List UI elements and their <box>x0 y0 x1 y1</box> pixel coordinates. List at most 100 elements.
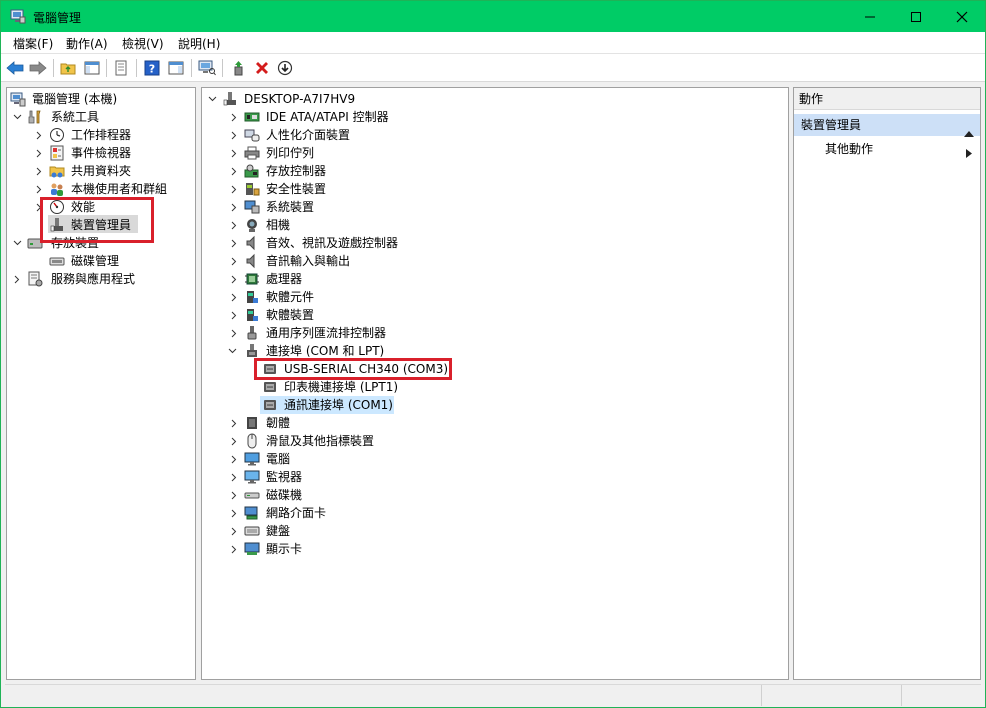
chevron-right-icon[interactable] <box>228 432 240 450</box>
tree-item-shared-folders[interactable]: 共用資料夾 <box>7 162 195 180</box>
tree-node-cameras[interactable]: 相機 <box>202 216 788 234</box>
chevron-right-icon[interactable] <box>33 126 45 144</box>
tree-node-computer[interactable]: 電腦 <box>202 450 788 468</box>
chevron-right-icon[interactable] <box>228 306 240 324</box>
chevron-right-icon[interactable] <box>228 180 240 198</box>
menu-view[interactable]: 檢視(V) <box>122 35 164 52</box>
download-icon[interactable] <box>275 58 295 78</box>
chevron-right-icon[interactable] <box>228 324 240 342</box>
tree-node-security-devices[interactable]: 安全性裝置 <box>202 180 788 198</box>
tree-node-software-components[interactable]: 軟體元件 <box>202 288 788 306</box>
tree-node-processors[interactable]: 處理器 <box>202 270 788 288</box>
scan-hardware-icon[interactable] <box>197 58 217 78</box>
chevron-right-icon[interactable] <box>228 414 240 432</box>
actions-section-device-manager[interactable]: 裝置管理員 <box>794 114 980 137</box>
chevron-right-icon[interactable] <box>228 234 240 252</box>
tree-item-services-applications[interactable]: 服務與應用程式 <box>7 270 195 288</box>
device-label: 軟體元件 <box>266 290 315 304</box>
tree-node-communications-port-com1[interactable]: 通訊連接埠 (COM1) <box>202 396 788 414</box>
back-arrow-icon[interactable] <box>5 58 25 78</box>
chevron-right-icon[interactable] <box>33 162 45 180</box>
device-label: 顯示卡 <box>266 542 303 556</box>
chevron-right-icon[interactable] <box>228 162 240 180</box>
software-icon <box>244 289 260 305</box>
tree-node-mice-pointing-devices[interactable]: 滑鼠及其他指標裝置 <box>202 432 788 450</box>
tree-node-ide-ata-atapi-controllers[interactable]: IDE ATA/ATAPI 控制器 <box>202 108 788 126</box>
up-folder-icon[interactable] <box>58 58 78 78</box>
chevron-right-icon[interactable] <box>228 198 240 216</box>
tree-node-print-queues[interactable]: 列印佇列 <box>202 144 788 162</box>
forward-arrow-icon[interactable] <box>28 58 48 78</box>
help-icon[interactable]: ? <box>142 58 162 78</box>
annotation-box-ch340 <box>254 358 452 380</box>
window-title: 電腦管理 <box>33 11 82 25</box>
tree-item-system-tools[interactable]: 系統工具 <box>7 108 195 126</box>
show-hide-tree-icon[interactable] <box>82 58 102 78</box>
actions-pane: 動作 裝置管理員 其他動作 <box>793 87 981 680</box>
menu-help[interactable]: 說明(H) <box>178 35 220 52</box>
tree-node-audio-inputs-outputs[interactable]: 音訊輸入與輸出 <box>202 252 788 270</box>
chevron-right-icon[interactable] <box>228 144 240 162</box>
chevron-right-icon[interactable] <box>228 270 240 288</box>
chevron-right-icon[interactable] <box>228 540 240 558</box>
tree-item-task-scheduler[interactable]: 工作排程器 <box>7 126 195 144</box>
action-pane-icon[interactable] <box>166 58 186 78</box>
update-driver-icon[interactable] <box>229 58 249 78</box>
device-label: 列印佇列 <box>266 146 315 160</box>
tree-node-human-interface-devices[interactable]: 人性化介面裝置 <box>202 126 788 144</box>
title-bar[interactable]: 電腦管理 <box>1 1 985 32</box>
chevron-right-icon[interactable] <box>228 468 240 486</box>
tree-node-system-devices[interactable]: 系統裝置 <box>202 198 788 216</box>
chevron-right-icon[interactable] <box>11 270 23 288</box>
chevron-right-icon[interactable] <box>228 522 240 540</box>
device-label: 軟體裝置 <box>266 308 315 322</box>
tree-node-network-adapters[interactable]: 網路介面卡 <box>202 504 788 522</box>
tree-item-local-users-groups[interactable]: 本機使用者和群組 <box>7 180 195 198</box>
tree-node-keyboards[interactable]: 鍵盤 <box>202 522 788 540</box>
chevron-down-icon[interactable] <box>11 234 23 252</box>
tree-node-monitors[interactable]: 監視器 <box>202 468 788 486</box>
tree-node-software-devices[interactable]: 軟體裝置 <box>202 306 788 324</box>
chevron-right-icon[interactable] <box>228 126 240 144</box>
chevron-right-icon[interactable] <box>33 144 45 162</box>
chevron-down-icon[interactable] <box>11 108 23 126</box>
device-label: 磁碟機 <box>266 488 303 502</box>
audio-icon <box>244 253 260 269</box>
chevron-right-icon[interactable] <box>33 180 45 198</box>
menu-file[interactable]: 檔案(F) <box>13 35 53 52</box>
device-label: 印表機連接埠 (LPT1) <box>284 380 399 394</box>
status-cell <box>901 685 981 706</box>
action-more-actions[interactable]: 其他動作 <box>825 140 975 158</box>
tree-node-sound-video-game-controllers[interactable]: 音效、視訊及遊戲控制器 <box>202 234 788 252</box>
tree-item-disk-management[interactable]: 磁碟管理 <box>7 252 195 270</box>
tree-item-event-viewer[interactable]: 事件檢視器 <box>7 144 195 162</box>
close-button[interactable] <box>939 1 985 32</box>
tree-node-usb-controllers[interactable]: 通用序列匯流排控制器 <box>202 324 788 342</box>
monitor-icon <box>244 469 260 485</box>
tree-node-storage-controllers[interactable]: 存放控制器 <box>202 162 788 180</box>
maximize-button[interactable] <box>893 1 939 32</box>
chevron-right-icon[interactable] <box>228 108 240 126</box>
camera-icon <box>244 217 260 233</box>
chevron-right-icon[interactable] <box>228 450 240 468</box>
tree-node-computer[interactable]: DESKTOP-A7I7HV9 <box>202 90 788 108</box>
keyboard-icon <box>244 523 260 539</box>
properties-sheet-icon[interactable] <box>111 58 131 78</box>
chevron-right-icon[interactable] <box>228 504 240 522</box>
chevron-right-icon[interactable] <box>228 288 240 306</box>
menu-action[interactable]: 動作(A) <box>66 35 108 52</box>
tree-item-computer-management[interactable]: 電腦管理 (本機) <box>7 90 195 108</box>
tree-node-firmware[interactable]: 韌體 <box>202 414 788 432</box>
chevron-right-icon[interactable] <box>228 486 240 504</box>
system-icon <box>244 199 260 215</box>
tree-node-printer-port-lpt1[interactable]: 印表機連接埠 (LPT1) <box>202 378 788 396</box>
chevron-right-icon[interactable] <box>228 252 240 270</box>
chevron-down-icon[interactable] <box>206 90 218 108</box>
tree-node-display-adapters[interactable]: 顯示卡 <box>202 540 788 558</box>
minimize-button[interactable] <box>847 1 893 32</box>
chevron-down-icon[interactable] <box>226 342 238 360</box>
tree-node-disk-drives[interactable]: 磁碟機 <box>202 486 788 504</box>
uninstall-device-icon[interactable] <box>252 58 272 78</box>
chevron-right-icon[interactable] <box>228 216 240 234</box>
printer-icon <box>244 145 260 161</box>
